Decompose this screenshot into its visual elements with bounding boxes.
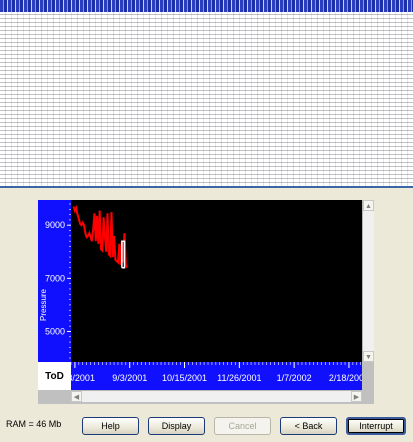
down-arrow-icon[interactable]: ▼ — [363, 351, 374, 362]
display-button[interactable]: Display — [148, 417, 205, 435]
rendering-artifact-area — [0, 0, 413, 186]
left-arrow-icon[interactable]: ◀ — [71, 391, 82, 402]
cancel-button[interactable]: Cancel — [214, 417, 271, 435]
x-tick-label: 2/18/2002 — [329, 373, 362, 383]
back-button[interactable]: < Back — [280, 417, 337, 435]
interrupt-button[interactable]: Interrupt — [346, 417, 406, 435]
noise-lines — [0, 12, 413, 186]
title-bar-band — [0, 0, 413, 12]
up-arrow-icon[interactable]: ▲ — [363, 200, 374, 211]
plot-svg — [72, 204, 128, 269]
y-axis-svg: Pressure 9000 7000 5000 — [39, 203, 71, 359]
x-tick-label: 7/23/2001 — [71, 373, 95, 383]
ram-status: RAM = 46 Mb — [6, 419, 62, 429]
x-tick-label: 9/3/2001 — [112, 373, 147, 383]
help-button[interactable]: Help — [82, 417, 139, 435]
y-tick-label: 9000 — [45, 220, 65, 230]
x-axis-svg: 7/23/2001 9/3/2001 10/15/2001 11/26/2001 1/7… — [71, 362, 362, 383]
x-axis: 7/23/2001 9/3/2001 10/15/2001 11/26/2001 1/7… — [71, 362, 362, 390]
vertical-scrollbar[interactable]: ▲ ▼ — [362, 200, 374, 362]
x-tick-label: 10/15/2001 — [162, 373, 207, 383]
x-tick-label: 1/7/2002 — [277, 373, 312, 383]
scroll-corner — [362, 390, 374, 402]
y-tick-label: 7000 — [45, 273, 65, 283]
y-axis-label: Pressure — [39, 288, 48, 321]
horizontal-scrollbar[interactable]: ◀ ▶ — [71, 390, 362, 402]
x-tick-label: 11/26/2001 — [217, 373, 261, 383]
y-tick-label: 5000 — [45, 326, 65, 336]
right-arrow-icon[interactable]: ▶ — [351, 391, 362, 402]
plot-area[interactable] — [71, 200, 362, 362]
tod-label[interactable]: ToD — [38, 362, 71, 390]
y-axis: Pressure 9000 7000 5000 — [38, 200, 71, 362]
series-line-1 — [72, 204, 128, 269]
